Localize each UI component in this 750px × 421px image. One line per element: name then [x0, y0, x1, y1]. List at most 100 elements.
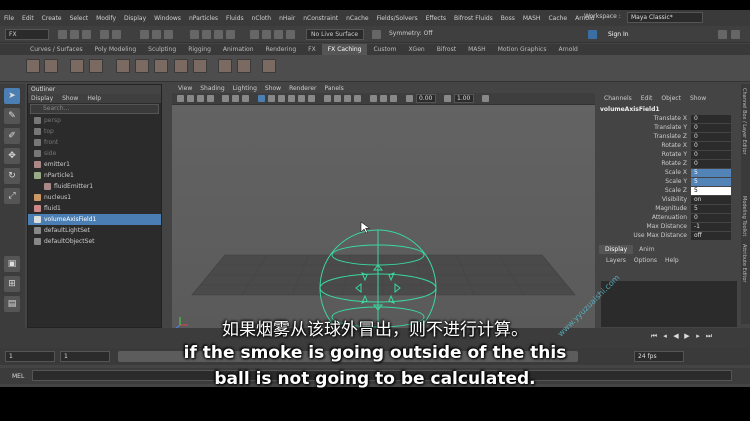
outliner-item-nparticle1[interactable]: nParticle1	[28, 170, 161, 181]
gamma-field[interactable]: 1.00	[454, 94, 474, 103]
shelf-tab-animation[interactable]: Animation	[217, 44, 260, 55]
attr-value[interactable]: 0	[691, 124, 731, 132]
menu-edit[interactable]: Edit	[22, 15, 34, 22]
xray-icon[interactable]	[380, 95, 387, 102]
outliner-item-top[interactable]: top	[28, 126, 161, 137]
bookmark-icon[interactable]	[197, 95, 204, 102]
attr-row[interactable]: Rotate X 0	[597, 142, 737, 150]
snap-curve-icon[interactable]	[202, 30, 211, 39]
menu-ncache[interactable]: nCache	[346, 15, 368, 22]
redo-icon[interactable]	[112, 30, 121, 39]
select-tool-icon[interactable]: ➤	[4, 88, 20, 104]
outliner-item-volumeaxisfield1[interactable]: volumeAxisField1	[28, 214, 161, 225]
cache-icon-6[interactable]	[135, 59, 149, 73]
attr-row[interactable]: Visibility on	[597, 196, 737, 204]
snap-grid-icon[interactable]	[190, 30, 199, 39]
attr-value[interactable]: 0	[691, 151, 731, 159]
attr-row[interactable]: Scale Y 5	[597, 178, 737, 186]
history-icon[interactable]	[250, 30, 259, 39]
outliner-item-front[interactable]: front	[28, 137, 161, 148]
four-pane-icon[interactable]: ⊞	[4, 276, 20, 292]
layer-tab-anim[interactable]: Anim	[633, 245, 660, 254]
shelf-tab-rigging[interactable]: Rigging	[182, 44, 217, 55]
menu-fields-solvers[interactable]: Fields/Solvers	[377, 15, 418, 22]
save-scene-icon[interactable]	[82, 30, 91, 39]
attr-row[interactable]: Translate X 0	[597, 115, 737, 123]
shelf-tab-mash[interactable]: MASH	[462, 44, 492, 55]
snap-point-icon[interactable]	[214, 30, 223, 39]
menu-display[interactable]: Display	[124, 15, 146, 22]
user-icon[interactable]	[588, 30, 597, 39]
render-icon[interactable]	[262, 30, 271, 39]
default-material-icon[interactable]	[278, 95, 285, 102]
attr-value[interactable]: 5	[691, 178, 731, 186]
menu-nhair[interactable]: nHair	[279, 15, 295, 22]
attr-row[interactable]: Use Max Distance off	[597, 232, 737, 240]
single-pane-icon[interactable]: ▣	[4, 256, 20, 272]
attr-value[interactable]: 0	[691, 133, 731, 141]
aa-icon[interactable]	[344, 95, 351, 102]
cache-icon-9[interactable]	[193, 59, 207, 73]
menu-modify[interactable]: Modify	[96, 15, 116, 22]
toggle-panel-icon[interactable]	[718, 30, 727, 39]
shelf-tab-poly[interactable]: Poly Modeling	[89, 44, 143, 55]
shelf-tab-bifrost[interactable]: Bifrost	[431, 44, 462, 55]
symmetry-label[interactable]: Symmetry: Off	[389, 30, 432, 37]
attr-row[interactable]: Translate Z 0	[597, 133, 737, 141]
outliner-item-defaultlightset[interactable]: defaultLightSet	[28, 225, 161, 236]
shelf-tab-fx[interactable]: FX	[302, 44, 322, 55]
render-settings-icon[interactable]	[286, 30, 295, 39]
shelf-tab-sculpting[interactable]: Sculpting	[142, 44, 182, 55]
menu-effects[interactable]: Effects	[426, 15, 446, 22]
isolate-icon[interactable]	[370, 95, 377, 102]
gamma-icon[interactable]	[444, 95, 451, 102]
menu-fluids[interactable]: Fluids	[226, 15, 244, 22]
layer-menu-layers[interactable]: Layers	[606, 257, 626, 264]
cache-icon-10[interactable]	[218, 59, 232, 73]
shelf-tab-arnold[interactable]: Arnold	[552, 44, 583, 55]
menu-select[interactable]: Select	[70, 15, 89, 22]
layer-menu-options[interactable]: Options	[634, 257, 657, 264]
outliner-search-input[interactable]: Search...	[30, 104, 159, 114]
layer-menu-help[interactable]: Help	[665, 257, 679, 264]
attr-value[interactable]: 5	[691, 205, 731, 213]
attr-row[interactable]: Rotate Y 0	[597, 151, 737, 159]
cache-icon-5[interactable]	[116, 59, 130, 73]
viewport-menu-show[interactable]: Show	[265, 84, 281, 93]
channelbox-menu-object[interactable]: Object	[661, 95, 681, 102]
viewport-menu-panels[interactable]: Panels	[324, 84, 343, 93]
attr-row[interactable]: Scale X 5	[597, 169, 737, 177]
attr-value[interactable]: 0	[691, 160, 731, 168]
menu-file[interactable]: File	[4, 15, 14, 22]
shelf-tab-rendering[interactable]: Rendering	[260, 44, 303, 55]
undo-icon[interactable]	[100, 30, 109, 39]
side-tab-attribute-editor[interactable]: Attribute Editor	[741, 244, 747, 282]
outliner-item-persp[interactable]: persp	[28, 115, 161, 126]
select-hierarchy-icon[interactable]	[140, 30, 149, 39]
attr-value[interactable]: 5	[691, 169, 731, 177]
viewport-canvas[interactable]	[172, 105, 595, 347]
attr-value[interactable]: -1	[691, 223, 731, 231]
cache-icon-12[interactable]	[262, 59, 276, 73]
sign-in-button[interactable]: Sign In	[600, 29, 629, 40]
grid-toggle-icon[interactable]	[222, 95, 229, 102]
cache-icon-4[interactable]	[89, 59, 103, 73]
outliner-item-emitter1[interactable]: emitter1	[28, 159, 161, 170]
outliner-menu-display[interactable]: Display	[31, 94, 53, 103]
cache-icon-2[interactable]	[44, 59, 58, 73]
shelf-tab-custom[interactable]: Custom	[367, 44, 402, 55]
select-object-icon[interactable]	[152, 30, 161, 39]
image-plane-icon[interactable]	[207, 95, 214, 102]
outliner-menu-help[interactable]: Help	[87, 94, 101, 103]
attr-row[interactable]: Magnitude 5	[597, 205, 737, 213]
workspace-select[interactable]: Maya Classic*	[627, 12, 703, 23]
textured-icon[interactable]	[288, 95, 295, 102]
attr-value-editing[interactable]: 5	[691, 187, 731, 195]
menu-nparticles[interactable]: nParticles	[189, 15, 218, 22]
cache-icon-8[interactable]	[174, 59, 188, 73]
attr-row[interactable]: Max Distance -1	[597, 223, 737, 231]
attr-value[interactable]: on	[691, 196, 731, 204]
attr-value[interactable]: off	[691, 232, 731, 240]
shelf-tab-curves[interactable]: Curves / Surfaces	[24, 44, 89, 55]
new-scene-icon[interactable]	[58, 30, 67, 39]
